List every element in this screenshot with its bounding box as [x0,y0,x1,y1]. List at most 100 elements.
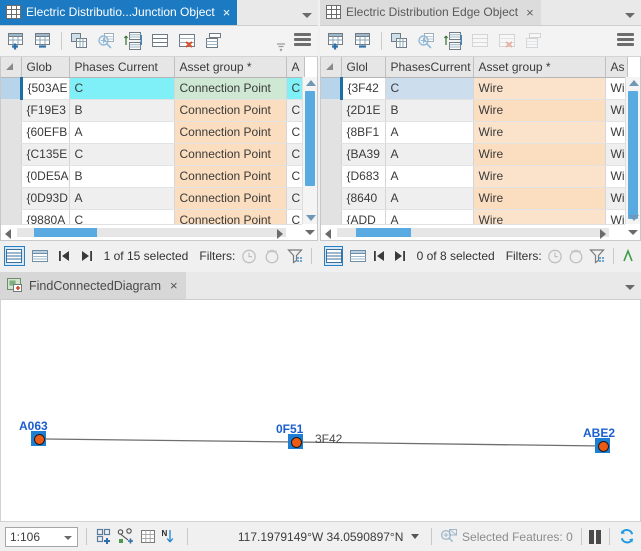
scroll-up-icon[interactable] [629,80,639,86]
copy-icon[interactable] [386,28,413,54]
left-table-horizontal-scrollbar[interactable] [1,224,302,240]
right-table-vertical-scrollbar[interactable] [625,77,640,224]
delete-row-icon[interactable] [30,28,57,54]
diagram-node-abe2[interactable] [595,438,610,453]
funnel-icon[interactable] [286,247,304,266]
cell-phases-current[interactable]: A [385,143,473,165]
cell-globalid[interactable]: {8BF1 [341,121,385,143]
row-selector[interactable] [321,187,341,209]
cell-asset-group[interactable]: Connection Point [174,165,286,187]
row-selector[interactable] [321,77,341,99]
previous-record-icon[interactable] [56,247,73,265]
cell-phases-current[interactable]: A [385,121,473,143]
table-view-icon[interactable] [324,246,343,266]
cell-globalid[interactable]: {F19E3 [21,99,69,121]
column-header-phases-current[interactable]: Phases Current [69,57,174,77]
previous-record-icon[interactable] [372,247,387,265]
clock-icon[interactable] [547,247,563,266]
cell-asset-type[interactable]: Wi [605,77,627,99]
toolbar-overflow-icon[interactable] [276,41,286,51]
cell-globalid[interactable]: {BA39 [341,143,385,165]
cell-asset-group[interactable]: Wire [473,121,605,143]
row-selector[interactable] [321,165,341,187]
row-selector[interactable] [1,143,21,165]
cell-asset-group[interactable]: Connection Point [174,77,286,99]
cell-globalid[interactable]: {C135E [21,143,69,165]
cell-phases-current[interactable]: C [385,77,473,99]
cell-globalid[interactable]: {0D93D [21,187,69,209]
delete-selection-icon[interactable] [201,28,228,54]
cell-asset-group[interactable]: Connection Point [174,187,286,209]
right-table-horizontal-scrollbar[interactable] [321,224,625,240]
row-selector[interactable] [1,99,21,121]
cell-asset-type[interactable]: Wi [605,165,627,187]
scroll-down-icon[interactable] [306,215,316,221]
zoom-extent-icon[interactable] [621,247,637,266]
table-row[interactable]: {8BF1 A Wire Wi [321,121,627,143]
clear-selection-icon[interactable] [174,28,201,54]
column-header-globalid[interactable]: Glob [21,57,69,77]
cell-phases-current[interactable]: B [69,165,174,187]
table-row[interactable]: {D683 A Wire Wi [321,165,627,187]
add-new-diagram-icon[interactable] [95,527,113,547]
table-row[interactable]: {BA39 A Wire Wi [321,143,627,165]
table-row[interactable]: {3F42 C Wire Wi [321,77,627,99]
layout-diagram-icon[interactable] [117,527,135,547]
cell-phases-current[interactable]: A [385,187,473,209]
scroll-down-icon[interactable] [629,215,639,221]
cell-asset-group[interactable]: Connection Point [174,99,286,121]
chevron-down-icon[interactable] [411,534,419,539]
add-row-icon[interactable] [323,28,350,54]
table-view-icon[interactable] [4,246,25,266]
scroll-thumb[interactable] [356,228,411,237]
grid-snap-icon[interactable] [139,527,157,547]
close-icon[interactable]: × [220,6,231,19]
diagram-node-a063[interactable] [31,431,46,446]
column-header-asset-type[interactable]: As [605,57,627,77]
column-header-phases-current[interactable]: PhasesCurrent [385,57,473,77]
cell-phases-current[interactable]: B [69,99,174,121]
cell-asset-group[interactable]: Wire [473,77,605,99]
select-all-icon[interactable] [147,28,174,54]
cell-globalid[interactable]: {2D1E [341,99,385,121]
left-table-vertical-scrollbar[interactable] [302,77,317,224]
list-view-icon[interactable] [30,246,51,266]
cell-phases-current[interactable]: A [69,187,174,209]
table-row[interactable]: {60EFB A Connection Point C [1,121,304,143]
scale-selector[interactable]: 1:106 [5,527,78,547]
row-selector[interactable] [1,77,21,99]
pause-drawing-icon[interactable] [589,530,601,544]
row-selector[interactable] [1,165,21,187]
switch-selection-icon[interactable] [120,28,147,54]
cell-asset-group[interactable]: Wire [473,99,605,121]
cell-phases-current[interactable]: C [69,143,174,165]
scroll-thumb[interactable] [628,91,638,219]
scroll-left-icon[interactable] [5,229,11,239]
chevron-down-icon[interactable] [302,13,312,18]
cell-asset-group[interactable]: Connection Point [174,143,286,165]
table-row[interactable]: {2D1E B Wire Wi [321,99,627,121]
select-all-corner-header[interactable] [1,57,21,77]
table-row[interactable]: {503AE C Connection Point C [1,77,304,99]
tab-findconnecteddiagram[interactable]: FindConnectedDiagram × [0,272,186,299]
left-pane-menu-icon[interactable] [294,33,311,46]
cell-asset-group[interactable]: Wire [473,143,605,165]
cell-globalid[interactable]: {0DE5A [21,165,69,187]
delete-row-icon[interactable] [350,28,377,54]
chevron-down-icon[interactable] [64,536,72,540]
diagram-node-0f51[interactable] [288,434,303,449]
cell-asset-group[interactable]: Wire [473,165,605,187]
scroll-up-icon[interactable] [306,80,316,86]
right-pane-menu-icon[interactable] [617,33,634,46]
chevron-down-icon[interactable] [625,285,635,290]
table-row[interactable]: {0D93D A Connection Point C [1,187,304,209]
scroll-right-icon[interactable] [600,229,606,239]
table-row[interactable]: {8640 A Wire Wi [321,187,627,209]
row-selector[interactable] [321,143,341,165]
next-record-icon[interactable] [392,247,407,265]
clock-icon[interactable] [240,247,258,266]
scroll-corner-icon[interactable] [302,224,317,240]
close-icon[interactable]: × [523,6,534,19]
cell-globalid[interactable]: {60EFB [21,121,69,143]
cell-globalid[interactable]: {D683 [341,165,385,187]
